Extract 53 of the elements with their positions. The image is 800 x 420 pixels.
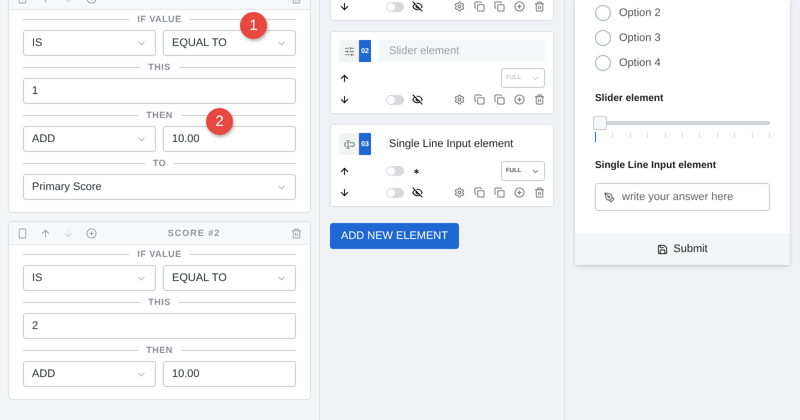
operator-select[interactable]: IS [23, 265, 156, 291]
element-title[interactable]: Single Line Input element [379, 133, 545, 155]
comparison-select[interactable]: EQUAL TO [163, 30, 296, 56]
pen-icon [604, 192, 615, 202]
amount-input[interactable]: 10.00 [163, 126, 296, 152]
copy-icon[interactable] [494, 94, 505, 105]
radio-button[interactable] [595, 54, 611, 70]
section-label: THIS [148, 297, 171, 307]
value-input[interactable]: 2 [23, 313, 296, 339]
save-icon [657, 244, 668, 254]
toggle-switch[interactable] [386, 166, 404, 176]
value-input[interactable]: 1 [23, 78, 296, 104]
settings-icon[interactable] [454, 1, 465, 12]
option-label: Option 3 [619, 32, 661, 44]
toggle-switch[interactable] [386, 2, 404, 12]
settings-icon[interactable] [454, 94, 465, 105]
eye-off-icon[interactable] [412, 1, 423, 12]
copy-icon[interactable] [494, 1, 505, 12]
submit-button[interactable]: Submit [575, 233, 790, 265]
field-label: Single Line Input element [595, 160, 718, 171]
rule-title: SCORE #2 [168, 228, 220, 238]
copy-icon[interactable] [474, 187, 485, 198]
section-label: THEN [146, 110, 173, 120]
eye-off-icon[interactable] [412, 187, 423, 198]
radio-button[interactable] [595, 30, 611, 46]
copy-icon[interactable] [474, 94, 485, 105]
settings-icon[interactable] [454, 187, 465, 198]
answer-input[interactable]: write your answer here [595, 183, 770, 211]
action-select[interactable]: ADD [23, 361, 156, 387]
section-label: THEN [146, 345, 173, 355]
add-element-button[interactable]: ADD NEW ELEMENT [330, 223, 459, 249]
asterisk-icon[interactable] [412, 166, 421, 176]
section-label: TO [152, 158, 166, 168]
toggle-switch[interactable] [386, 188, 404, 198]
comparison-select[interactable]: EQUAL TO [163, 265, 296, 291]
radio-button[interactable] [595, 4, 611, 20]
element-type-icon [344, 46, 355, 56]
element-type-icon [344, 138, 355, 150]
target-select[interactable]: Primary Score [23, 174, 296, 200]
eye-off-icon[interactable] [412, 94, 423, 105]
copy-icon[interactable] [474, 1, 485, 12]
operator-select[interactable]: IS [23, 30, 156, 56]
section-label: THIS [148, 62, 171, 72]
option-label: Option 4 [619, 56, 661, 68]
action-select[interactable]: ADD [23, 126, 156, 152]
slider-track[interactable] [595, 116, 770, 130]
option-label: Option 2 [619, 6, 661, 18]
section-label: IF VALUE [137, 14, 182, 24]
slider-thumb[interactable] [593, 116, 607, 130]
copy-icon[interactable] [494, 187, 505, 198]
amount-input[interactable]: 10.00 [163, 361, 296, 387]
field-label: Slider element [595, 93, 664, 104]
section-label: IF VALUE [137, 249, 182, 259]
